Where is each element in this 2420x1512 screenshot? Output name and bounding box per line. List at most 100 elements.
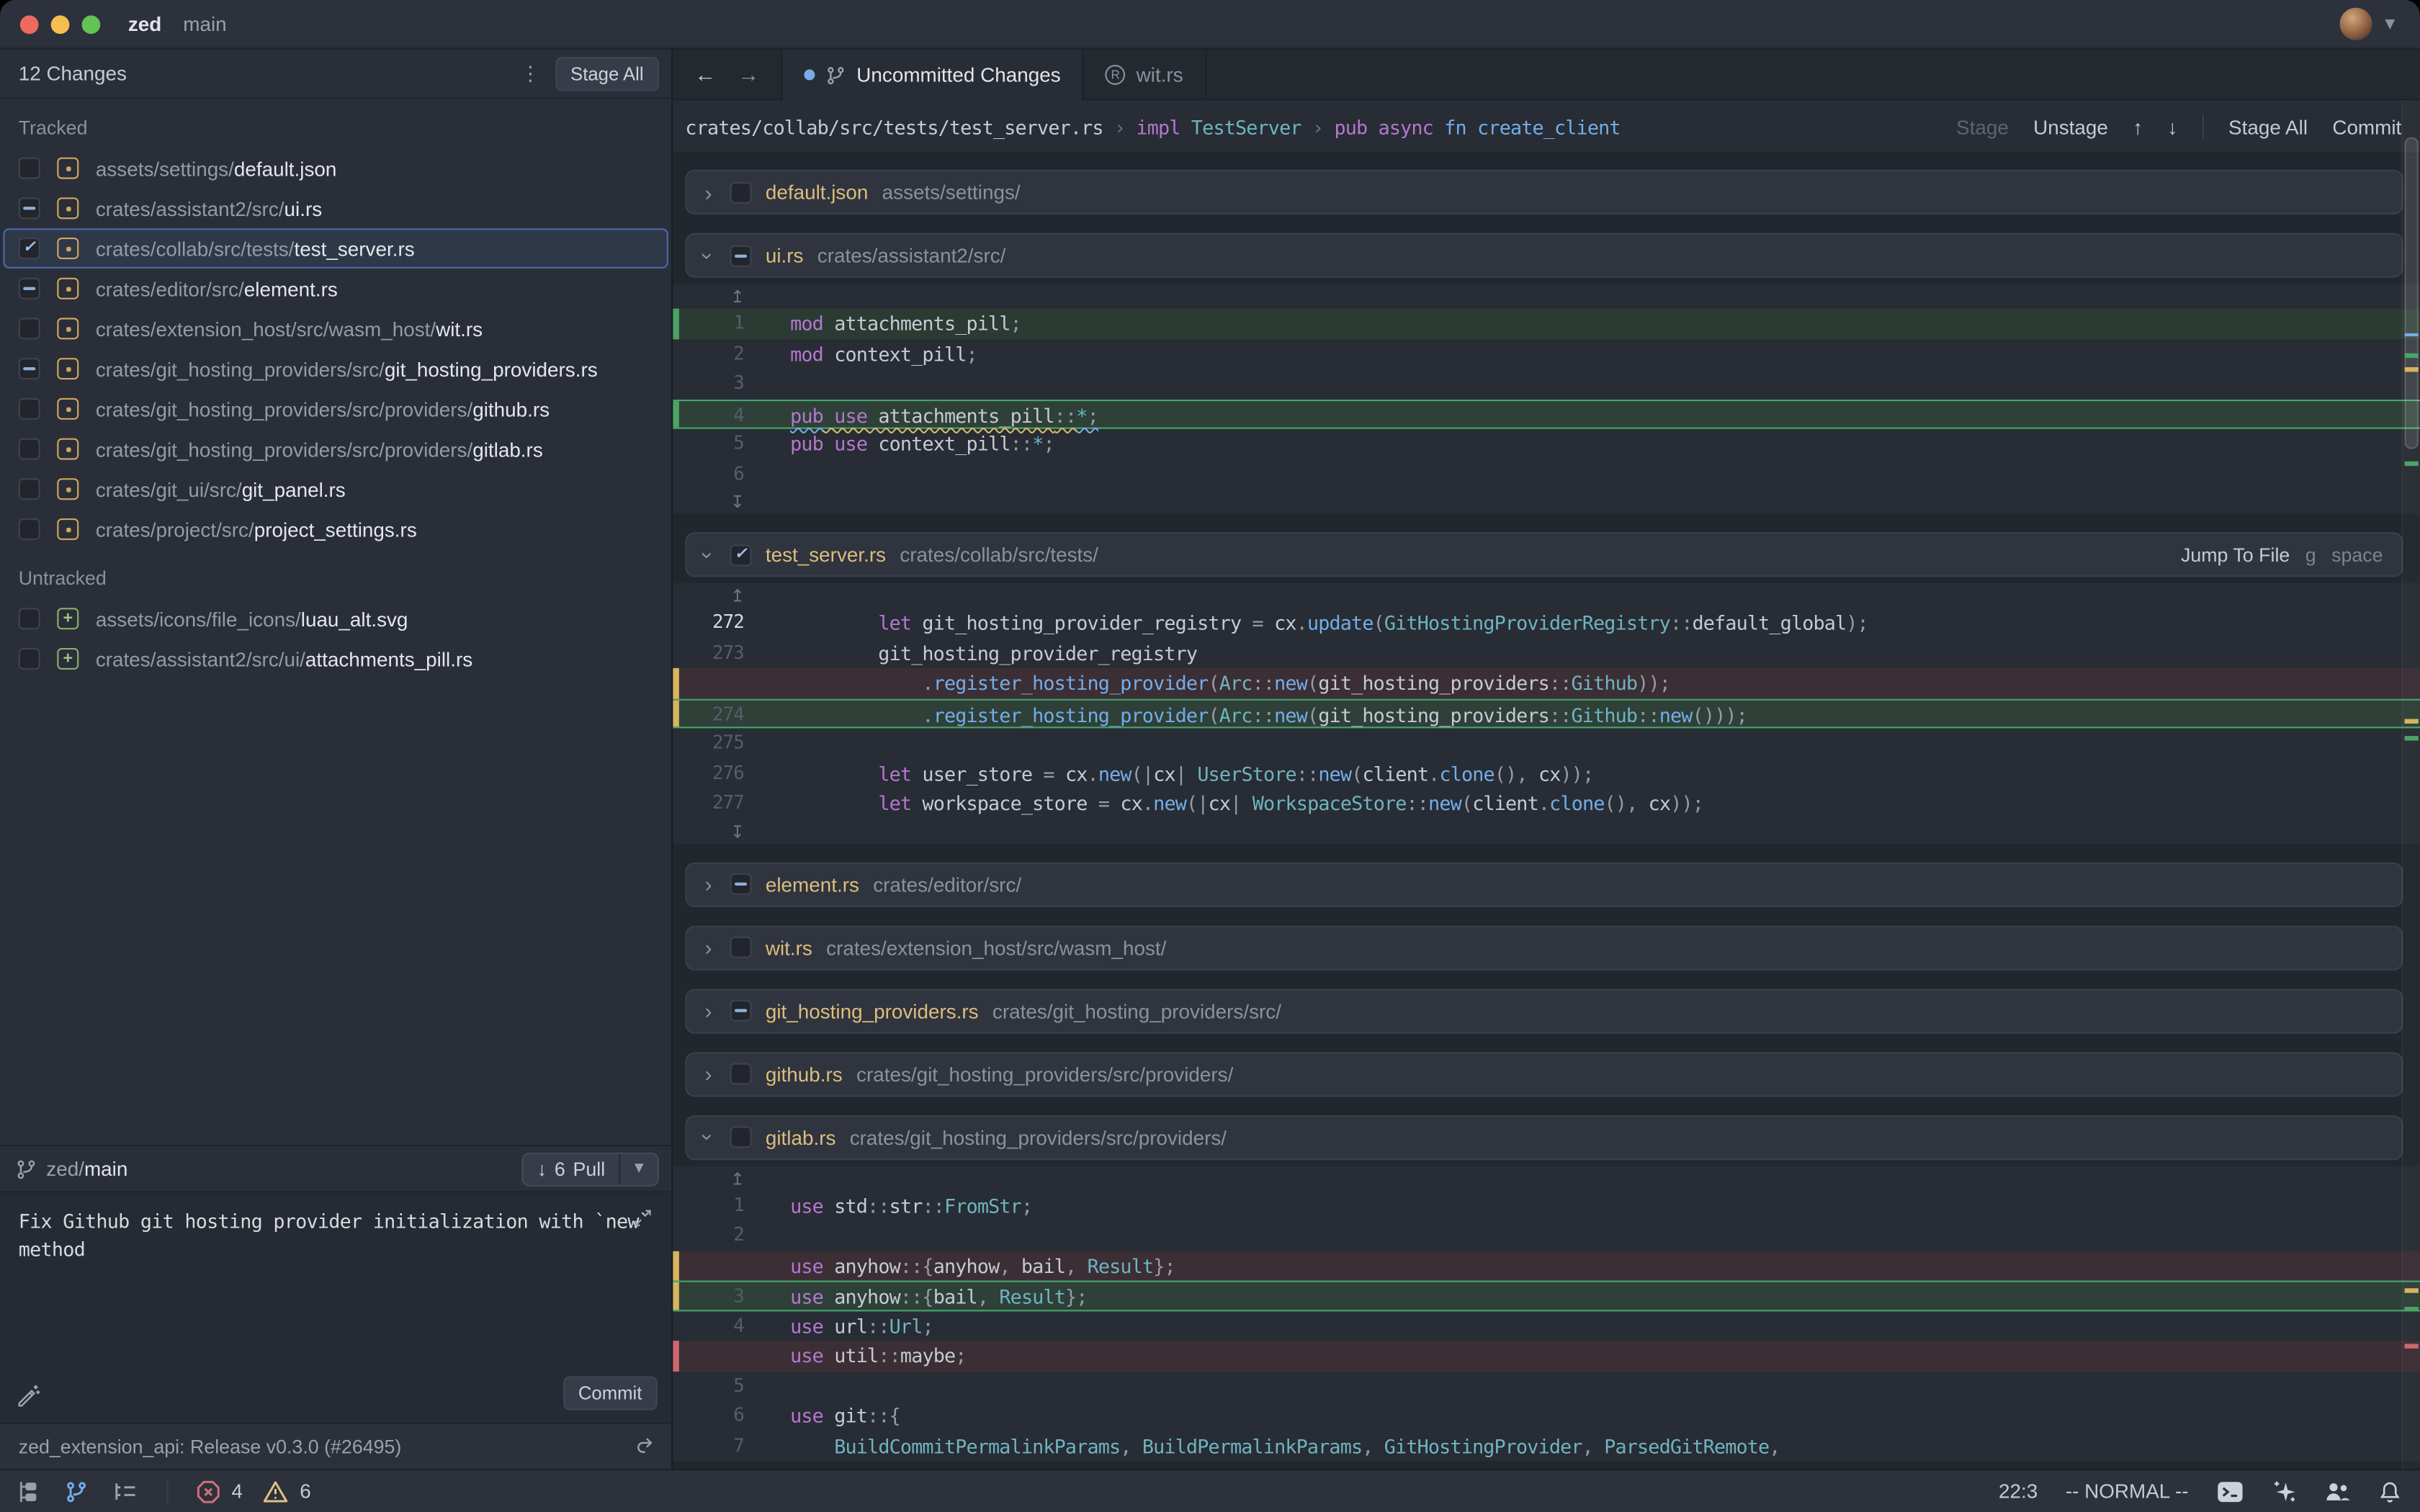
diff-section-header[interactable]: ›wit.rscrates/extension_host/src/wasm_ho… [685,925,2403,970]
file-checkbox[interactable] [19,197,40,219]
expand-down-icon[interactable]: ↧ [730,492,744,513]
tab-wit-rs[interactable]: R wit.rs [1084,50,1206,99]
file-checkbox[interactable]: ✓ [730,544,752,565]
file-checkbox[interactable] [730,873,752,895]
panel-stage-all-button[interactable]: Stage All [555,56,659,90]
editor-scrollbar[interactable] [2401,100,2420,1469]
expand-up-icon[interactable]: ↥ [730,586,744,606]
file-checkbox[interactable] [730,1126,752,1148]
project-name[interactable]: zed [128,12,161,35]
last-commit-message[interactable]: zed_extension_api: Release v0.3.0 (#2649… [19,1436,402,1457]
project-panel-icon[interactable] [15,1479,40,1503]
diagnostics-summary[interactable]: 4 6 [196,1479,311,1503]
file-row[interactable]: assets/settings/default.json [0,148,671,189]
expand-up-icon[interactable]: ↥ [730,287,744,307]
file-row[interactable]: crates/git_hosting_providers/src/provide… [0,429,671,469]
commit-button[interactable]: Commit [563,1376,657,1410]
chevron-down-icon[interactable]: ▼ [2382,14,2398,33]
titlebar-branch-name[interactable]: main [183,12,226,35]
file-checkbox[interactable] [19,278,40,300]
scrollbar-thumb[interactable] [2405,138,2419,449]
branch-selector[interactable]: main [84,1157,127,1180]
commit-message-editor[interactable]: Fix Github git hosting provider initiali… [0,1191,671,1422]
file-row[interactable]: ✓crates/collab/src/tests/test_server.rs [3,228,668,269]
diff-section-header[interactable]: ›github.rscrates/git_hosting_providers/s… [685,1051,2403,1096]
diff-section-header[interactable]: ›✓test_server.rscrates/collab/src/tests/… [685,532,2403,577]
breadcrumb[interactable]: crates/collab/src/tests/test_server.rs ›… [685,115,1620,138]
file-row[interactable]: crates/editor/src/element.rs [0,269,671,309]
file-checkbox[interactable] [19,398,40,420]
pull-button[interactable]: ↓6Pull ▼ [521,1152,659,1186]
diff-section-header[interactable]: ›element.rscrates/editor/src/ [685,862,2403,906]
file-checkbox[interactable] [730,1063,752,1084]
collab-panel-icon[interactable] [2324,1479,2350,1503]
expand-down-icon[interactable]: ↧ [730,822,744,842]
jump-to-file[interactable]: Jump To Filegspace [2181,544,2383,565]
pull-dropdown-button[interactable]: ▼ [619,1153,657,1184]
collapse-section-icon[interactable]: › [698,547,720,562]
diff-section-header[interactable]: ›gitlab.rscrates/git_hosting_providers/s… [685,1115,2403,1159]
commit-message-text[interactable]: Fix Github git hosting provider initiali… [19,1208,655,1264]
line-number: 275 [679,728,747,758]
diff-line: 2mod context_pill; [673,338,2420,369]
file-checkbox[interactable] [730,245,752,266]
diff-section-header[interactable]: ›git_hosting_providers.rscrates/git_host… [685,989,2403,1033]
file-checkbox[interactable] [19,648,40,670]
stage-button[interactable]: Stage [1956,115,2009,138]
prev-hunk-icon[interactable]: ↑ [2133,115,2143,138]
expand-section-icon[interactable]: › [701,1000,716,1022]
tab-uncommitted-changes[interactable]: Uncommitted Changes [781,50,1084,101]
file-checkbox[interactable] [19,438,40,460]
cursor-position[interactable]: 22:3 [1999,1480,2038,1503]
collapse-section-icon[interactable]: › [698,248,720,263]
expand-up-icon[interactable]: ↥ [730,1169,744,1189]
file-checkbox[interactable]: ✓ [19,238,40,259]
next-hunk-icon[interactable]: ↓ [2167,115,2177,138]
diff-section-header[interactable]: ›default.jsonassets/settings/ [685,170,2403,215]
close-window-button[interactable] [20,14,39,33]
file-checkbox[interactable] [730,937,752,958]
file-checkbox[interactable] [730,1000,752,1022]
file-row[interactable]: +crates/assistant2/src/ui/attachments_pi… [0,639,671,679]
user-avatar[interactable] [2340,8,2372,40]
panel-menu-icon[interactable]: ⋮ [518,61,542,86]
expand-section-icon[interactable]: › [701,937,716,958]
git-panel-icon[interactable] [65,1479,88,1503]
file-checkbox[interactable] [19,358,40,379]
file-row[interactable]: crates/git_ui/src/git_panel.rs [0,469,671,509]
repo-name[interactable]: zed/ [46,1157,84,1180]
jump-to-file-label[interactable]: Jump To File [2181,544,2290,565]
expand-section-icon[interactable]: › [701,1063,716,1084]
file-row[interactable]: crates/project/src/project_settings.rs [0,509,671,549]
minimize-window-button[interactable] [51,14,70,33]
unstage-button[interactable]: Unstage [2033,115,2108,138]
expand-section-icon[interactable]: › [701,181,716,203]
terminal-panel-icon[interactable] [2216,1479,2244,1503]
file-checkbox[interactable] [19,478,40,500]
expand-commit-editor-icon[interactable] [631,1207,654,1230]
stage-all-button[interactable]: Stage All [2228,115,2308,138]
file-checkbox[interactable] [19,158,40,179]
file-checkbox[interactable] [19,318,40,339]
file-row[interactable]: crates/extension_host/src/wasm_host/wit.… [0,309,671,349]
file-checkbox[interactable] [19,608,40,629]
nav-forward-icon[interactable]: → [738,62,759,86]
file-dir: crates/git_ui/src/ [96,477,242,500]
file-row[interactable]: crates/git_hosting_providers/src/provide… [0,389,671,429]
zoom-window-button[interactable] [82,14,101,33]
commit-action-button[interactable]: Commit [2332,115,2401,138]
notifications-bell-icon[interactable] [2378,1479,2401,1503]
outline-panel-icon[interactable] [112,1479,138,1503]
diff-section-header[interactable]: ›ui.rscrates/assistant2/src/ [685,233,2403,278]
file-row[interactable]: crates/assistant2/src/ui.rs [0,188,671,228]
assistant-panel-icon[interactable] [2272,1479,2296,1503]
file-row[interactable]: crates/git_hosting_providers/src/git_hos… [0,348,671,389]
collapse-section-icon[interactable]: › [698,1130,720,1145]
file-row[interactable]: +assets/icons/file_icons/luau_alt.svg [0,598,671,639]
file-checkbox[interactable] [19,518,40,540]
nav-back-icon[interactable]: ← [694,62,716,86]
expand-section-icon[interactable]: › [701,873,716,895]
generate-commit-message-icon[interactable] [15,1382,40,1407]
file-checkbox[interactable] [730,181,752,203]
undo-commit-icon[interactable] [633,1435,656,1458]
